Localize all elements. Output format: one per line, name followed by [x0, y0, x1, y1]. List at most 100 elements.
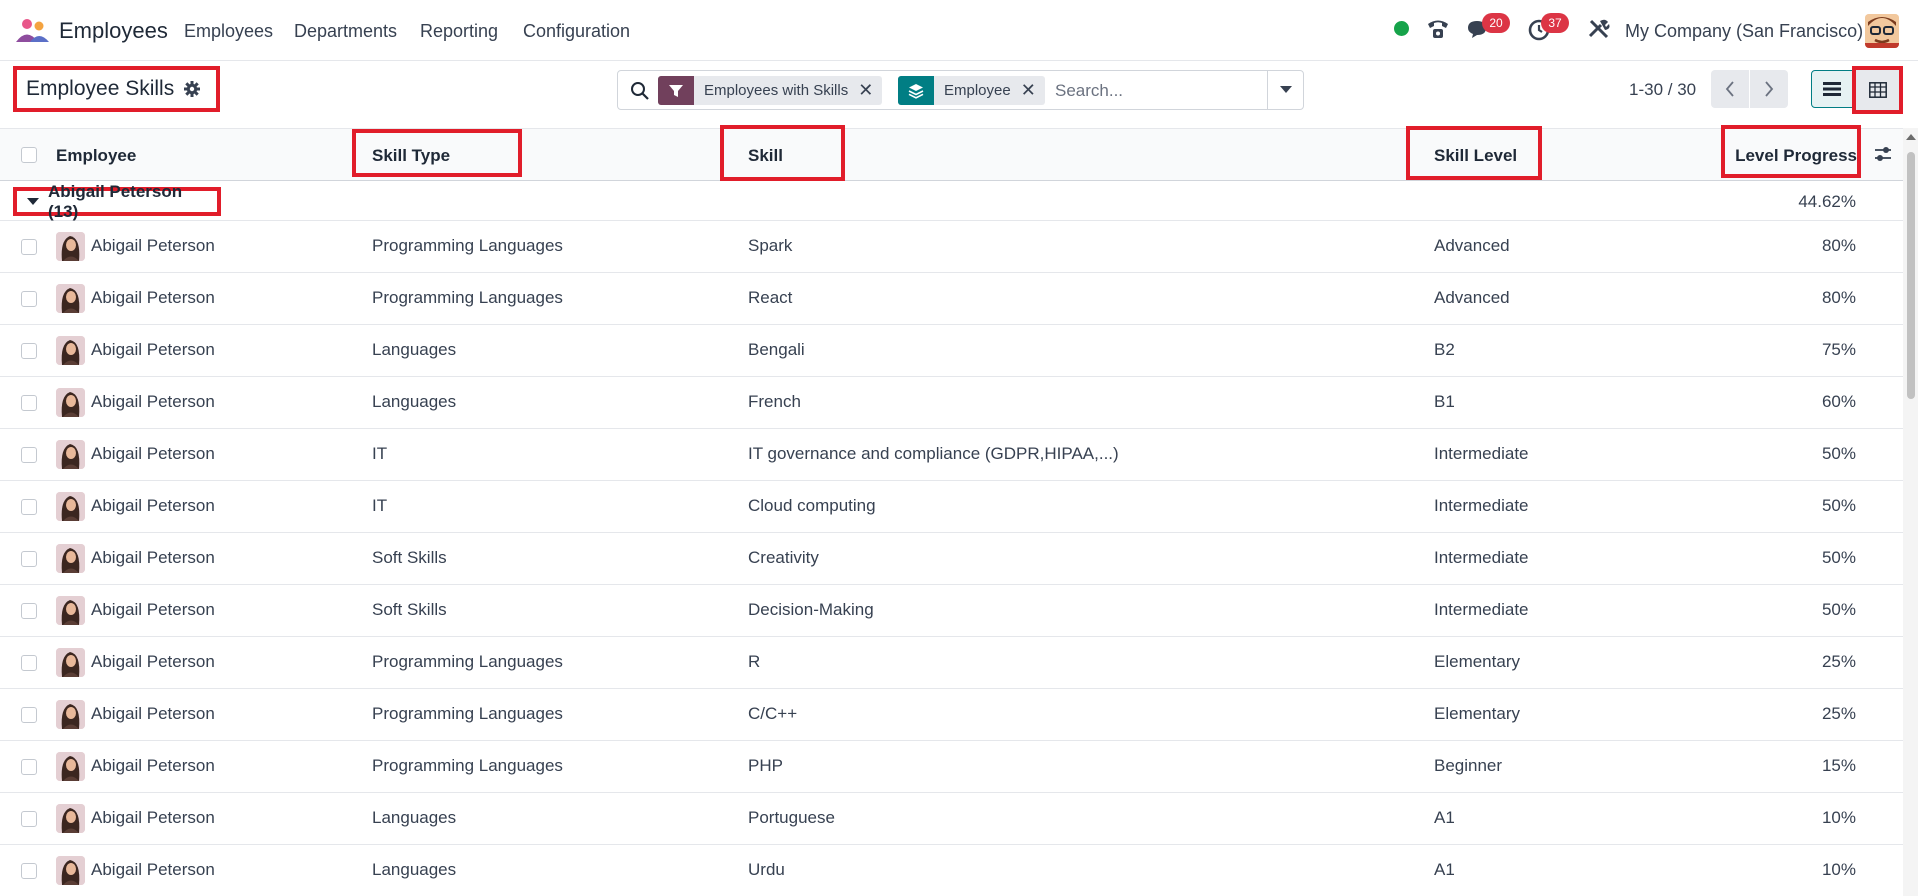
column-header-employee[interactable]: Employee: [56, 146, 136, 166]
cell-level-progress: 25%: [1821, 652, 1856, 671]
remove-filter-facet-icon[interactable]: ✕: [858, 80, 882, 101]
cell-skill: French: [748, 392, 801, 411]
scroll-up-arrow-icon[interactable]: [1906, 134, 1916, 140]
cell-level-progress: 50%: [1821, 600, 1856, 619]
row-checkbox[interactable]: [21, 603, 37, 619]
menu-reporting[interactable]: Reporting: [420, 21, 498, 42]
pivot-table-icon: [1868, 82, 1887, 98]
table-row[interactable]: Abigail Peterson IT Cloud computing Interme…: [0, 481, 1903, 533]
group-header[interactable]: Abigail Peterson (13): [13, 182, 221, 221]
list-view-button[interactable]: [1811, 70, 1853, 108]
cell-skill: Spark: [748, 236, 793, 255]
caret-down-icon: [1280, 86, 1292, 93]
cell-employee: Abigail Peterson: [91, 756, 215, 775]
employee-avatar: [56, 856, 85, 885]
row-checkbox[interactable]: [21, 707, 37, 723]
pivot-view-button[interactable]: [1852, 66, 1903, 114]
menu-employees[interactable]: Employees: [184, 21, 273, 42]
scroll-thumb[interactable]: [1907, 152, 1915, 399]
company-switcher[interactable]: My Company (San Francisco): [1625, 21, 1863, 42]
cell-employee: Abigail Peterson: [91, 340, 215, 359]
cell-employee: Abigail Peterson: [91, 860, 215, 879]
table-row[interactable]: Abigail Peterson Programming Languages Spa…: [0, 221, 1903, 273]
table-row[interactable]: Abigail Peterson Programming Languages R El…: [0, 637, 1903, 689]
row-checkbox[interactable]: [21, 551, 37, 567]
row-checkbox[interactable]: [21, 499, 37, 515]
filter-facet-label: Employees with Skills: [704, 82, 849, 99]
row-checkbox[interactable]: [21, 239, 37, 255]
employee-avatar: [56, 388, 85, 417]
cell-skill-type: IT: [372, 496, 388, 515]
search-options-toggle[interactable]: [1267, 71, 1304, 109]
row-checkbox[interactable]: [21, 447, 37, 463]
presence-status-icon: [1394, 21, 1409, 36]
table-row[interactable]: Abigail Peterson Languages Bengali B2 75%: [0, 325, 1903, 377]
table-row[interactable]: Abigail Peterson Soft Skills Creativity Int…: [0, 533, 1903, 585]
cell-employee: Abigail Peterson: [91, 600, 215, 619]
cell-level-progress: 80%: [1821, 288, 1856, 307]
select-all-checkbox[interactable]: [21, 147, 37, 163]
cell-level-progress: 15%: [1821, 756, 1856, 775]
phone-icon[interactable]: [1424, 15, 1452, 43]
pager-previous-button[interactable]: [1711, 70, 1749, 108]
tools-icon[interactable]: [1585, 15, 1613, 43]
menu-departments[interactable]: Departments: [294, 21, 397, 42]
menu-configuration[interactable]: Configuration: [523, 21, 630, 42]
row-checkbox[interactable]: [21, 759, 37, 775]
cell-skill-type: Soft Skills: [372, 600, 447, 619]
table-row[interactable]: Abigail Peterson Programming Languages C/C…: [0, 689, 1903, 741]
user-avatar[interactable]: [1865, 14, 1899, 48]
cell-skill-type: Programming Languages: [372, 704, 563, 723]
column-header-skill-level[interactable]: Skill Level: [1434, 146, 1517, 166]
app-name[interactable]: Employees: [59, 18, 168, 44]
messages-badge: 20: [1482, 13, 1510, 33]
row-checkbox[interactable]: [21, 811, 37, 827]
column-header-skill-type[interactable]: Skill Type: [372, 146, 450, 166]
row-checkbox[interactable]: [21, 655, 37, 671]
table-row[interactable]: Abigail Peterson Programming Languages Rea…: [0, 273, 1903, 325]
employee-avatar: [56, 648, 85, 677]
cell-level-progress: 50%: [1821, 548, 1856, 567]
row-checkbox[interactable]: [21, 343, 37, 359]
cell-skill-level: Advanced: [1434, 288, 1510, 307]
row-checkbox[interactable]: [21, 863, 37, 879]
scrollbar[interactable]: [1903, 128, 1918, 896]
cell-skill-type: Languages: [372, 860, 457, 879]
row-checkbox[interactable]: [21, 395, 37, 411]
optional-columns-toggle-icon[interactable]: [1874, 145, 1892, 163]
table-row[interactable]: Abigail Peterson IT IT governance and comp…: [0, 429, 1903, 481]
table-row[interactable]: Abigail Peterson Soft Skills Decision-Maki…: [0, 585, 1903, 637]
column-header-skill[interactable]: Skill: [748, 146, 783, 166]
cell-skill: Decision-Making: [748, 600, 874, 619]
employee-avatar: [56, 596, 85, 625]
employee-avatar: [56, 284, 85, 313]
filter-icon: [658, 76, 694, 105]
top-navbar: Employees Employees Departments Reportin…: [0, 0, 1918, 61]
pager-value[interactable]: 1-30 / 30: [1629, 80, 1696, 100]
group-row[interactable]: Abigail Peterson (13) 44.62%: [0, 181, 1903, 221]
search-icon[interactable]: [630, 81, 650, 101]
cell-level-progress: 60%: [1821, 392, 1856, 411]
table-row[interactable]: Abigail Peterson Programming Languages PHP…: [0, 741, 1903, 793]
cell-skill-level: Intermediate: [1434, 600, 1529, 619]
row-checkbox[interactable]: [21, 291, 37, 307]
remove-groupby-facet-icon[interactable]: ✕: [1021, 80, 1045, 101]
cell-skill: Creativity: [748, 548, 819, 567]
group-label: Abigail Peterson (13): [48, 181, 183, 221]
cell-skill-type: Soft Skills: [372, 548, 447, 567]
gear-icon[interactable]: [183, 80, 201, 98]
cell-employee: Abigail Peterson: [91, 236, 215, 255]
table-row[interactable]: Abigail Peterson Languages Urdu A1 10%: [0, 845, 1903, 896]
employee-avatar: [56, 544, 85, 573]
column-header-level-progress[interactable]: Level Progress: [1735, 146, 1857, 166]
employees-app-icon[interactable]: [15, 17, 51, 43]
cell-level-progress: 80%: [1821, 236, 1856, 255]
cell-skill: Bengali: [748, 340, 805, 359]
table-row[interactable]: Abigail Peterson Languages Portuguese A1 10%: [0, 793, 1903, 845]
filter-facet: Employees with Skills ✕: [658, 76, 883, 105]
cell-skill-type: Languages: [372, 808, 457, 827]
cell-skill-level: Elementary: [1434, 652, 1520, 671]
search-input[interactable]: [1055, 79, 1255, 103]
pager-next-button[interactable]: [1750, 70, 1788, 108]
table-row[interactable]: Abigail Peterson Languages French B1 60%: [0, 377, 1903, 429]
